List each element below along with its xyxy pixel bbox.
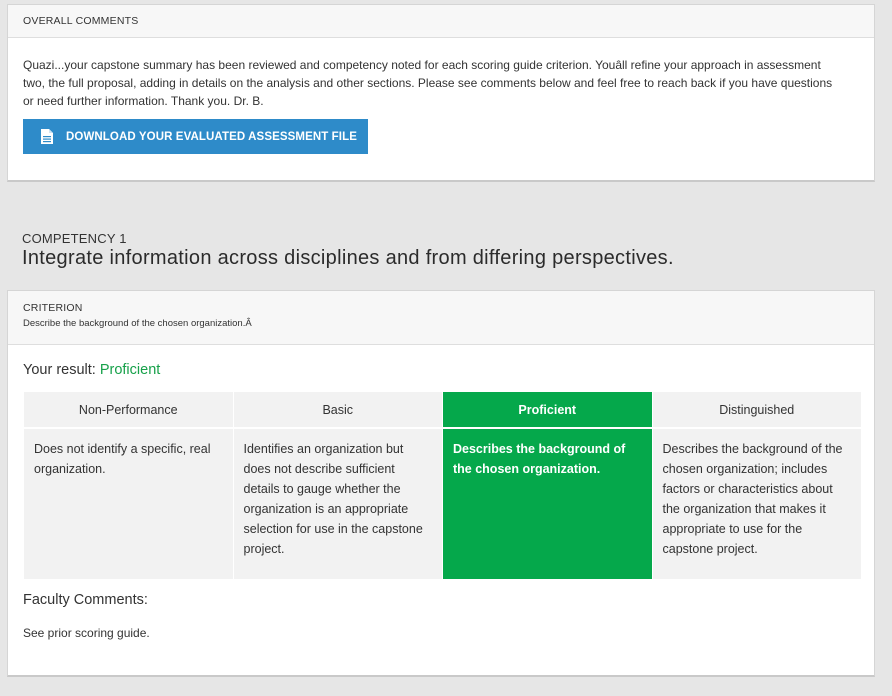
result-line: Your result: Proficient	[23, 362, 160, 378]
rubric-level-description: Describes the background of the chosen o…	[443, 429, 652, 579]
competency-title: Integrate information across disciplines…	[22, 247, 674, 269]
criterion-card: CRITERION Describe the background of the…	[7, 290, 875, 677]
result-value: Proficient	[99, 362, 161, 378]
document-icon	[41, 129, 53, 144]
download-evaluated-file-button[interactable]: DOWNLOAD YOUR EVALUATED ASSESSMENT FILE	[23, 119, 368, 154]
rubric-level-header: Non-Performance	[24, 392, 233, 429]
criterion-header: CRITERION Describe the background of the…	[8, 291, 874, 345]
rubric-level-description: Describes the background of the chosen o…	[652, 429, 861, 579]
download-button-label: DOWNLOAD YOUR EVALUATED ASSESSMENT FILE	[66, 130, 357, 143]
faculty-comments-text: See prior scoring guide.	[23, 626, 150, 640]
overall-comment-text: Quazi...your capstone summary has been r…	[23, 58, 833, 108]
page: OVERALL COMMENTS Quazi...your capstone s…	[0, 0, 892, 696]
rubric-column-non-performance: Non-Performance Does not identify a spec…	[24, 392, 233, 579]
competency-label: COMPETENCY 1	[22, 231, 127, 246]
criterion-label: CRITERION	[23, 302, 83, 314]
rubric-level-description: Does not identify a specific, real organ…	[24, 429, 233, 579]
rubric-column-distinguished: Distinguished Describes the background o…	[652, 392, 861, 579]
criterion-description: Describe the background of the chosen or…	[23, 318, 252, 329]
rubric-level-description: Identifies an organization but does not …	[233, 429, 442, 579]
result-label: Your result:	[23, 362, 96, 378]
overall-comments-card: OVERALL COMMENTS Quazi...your capstone s…	[7, 4, 875, 182]
rubric-column-basic: Basic Identifies an organization but doe…	[233, 392, 442, 579]
faculty-comments-label: Faculty Comments:	[23, 592, 148, 608]
rubric-level-header: Proficient	[443, 392, 652, 429]
rubric-level-header: Basic	[233, 392, 442, 429]
rubric-table: Non-Performance Does not identify a spec…	[24, 392, 861, 579]
rubric-level-header: Distinguished	[652, 392, 861, 429]
rubric-column-proficient: Proficient Describes the background of t…	[443, 392, 652, 579]
overall-comments-heading: OVERALL COMMENTS	[8, 5, 874, 38]
